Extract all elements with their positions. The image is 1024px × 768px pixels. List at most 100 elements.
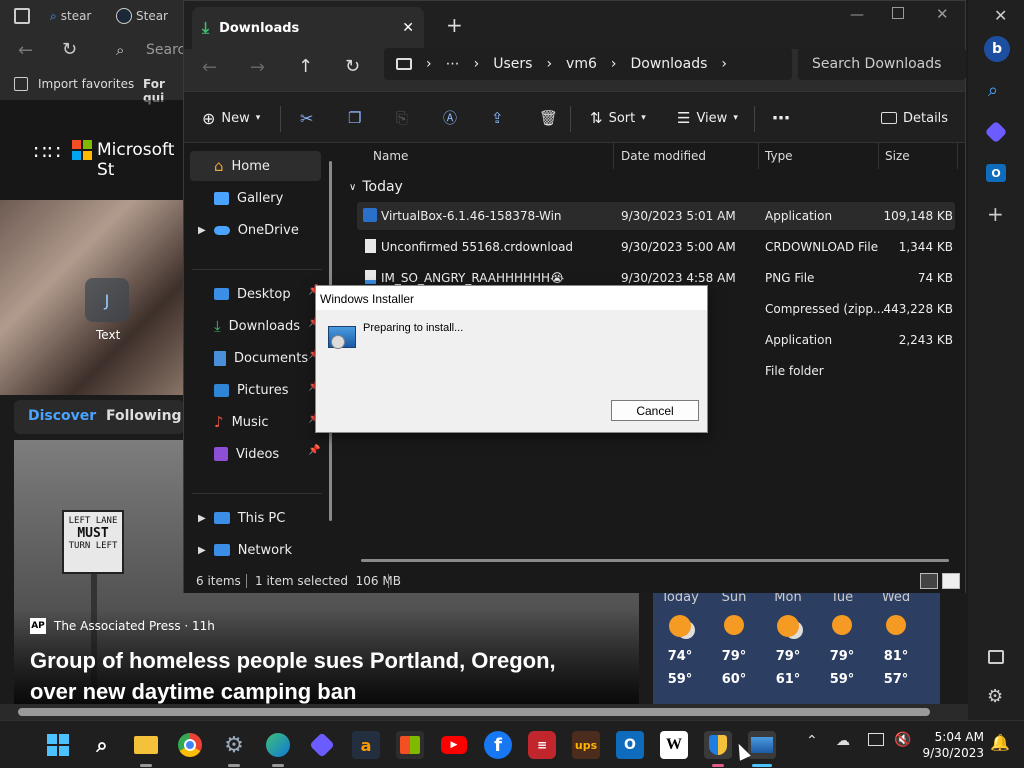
column-header-type[interactable]: Type xyxy=(765,149,793,163)
tiles-view-icon[interactable] xyxy=(942,573,960,589)
uac-shield-icon[interactable] xyxy=(704,731,732,759)
sun-icon xyxy=(886,615,906,635)
import-favorites-link[interactable]: Import favorites xyxy=(38,77,134,91)
notification-bell-icon[interactable]: 🔔 xyxy=(990,733,1010,752)
facebook-icon[interactable]: f xyxy=(484,731,512,759)
new-tab-icon[interactable]: + xyxy=(446,13,463,37)
breadcrumb[interactable]: › ⋯ › Users › vm6 › Downloads › xyxy=(384,48,792,80)
clock[interactable]: 5:04 AM 9/30/2023 xyxy=(920,729,984,761)
file-list-hscrollbar[interactable] xyxy=(361,559,949,562)
breadcrumb-downloads[interactable]: Downloads xyxy=(631,56,708,72)
outlook-icon[interactable]: O xyxy=(616,731,644,759)
tab-actions-icon[interactable] xyxy=(14,8,30,24)
refresh-icon[interactable]: ↻ xyxy=(62,39,77,60)
outlook-icon[interactable]: O xyxy=(986,164,1006,182)
onedrive-offline-icon[interactable]: ☁ xyxy=(836,733,850,749)
column-header-size[interactable]: Size xyxy=(885,149,910,163)
amazon-icon[interactable]: a xyxy=(352,731,380,759)
file-row[interactable]: Unconfirmed 55168.crdownload 9/30/2023 5… xyxy=(357,233,955,261)
weather-widget[interactable]: Today 74° 59° Sun 79° 60° Mon 79° 61° Tu… xyxy=(653,586,940,704)
close-window-icon[interactable]: ✕ xyxy=(936,5,949,23)
delete-icon[interactable]: 🗑 xyxy=(539,106,558,130)
back-arrow-icon[interactable]: ← xyxy=(202,57,217,78)
wikipedia-icon[interactable]: W xyxy=(660,731,688,759)
chevron-up-icon[interactable]: ⌃ xyxy=(806,733,818,749)
news-source: The Associated Press · 11h xyxy=(54,619,215,633)
tab-following[interactable]: Following xyxy=(106,408,182,424)
rename-icon[interactable]: Ⓐ xyxy=(443,106,457,130)
nav-item-this-pc[interactable]: ▶ This PC xyxy=(198,504,333,532)
news-headline[interactable]: Group of homeless people sues Portland, … xyxy=(30,645,556,705)
minimize-icon[interactable]: — xyxy=(850,7,864,23)
settings-gear-icon[interactable]: ⚙ xyxy=(220,731,248,759)
explorer-tab[interactable]: ⤓ Downloads ✕ xyxy=(192,7,424,49)
download-icon: ⤓ xyxy=(214,317,221,335)
tab-title: Downloads xyxy=(219,20,300,36)
tab-discover[interactable]: Discover xyxy=(28,408,96,424)
desktop-icon xyxy=(214,288,229,300)
copilot-icon[interactable] xyxy=(308,731,336,759)
edge-tab-1[interactable]: ⌕ stear xyxy=(50,4,91,28)
network-status-icon[interactable] xyxy=(868,733,884,746)
ap-logo-icon: AP xyxy=(30,618,46,634)
edge-sidebar: ✕ b ⌕ O + ⚙ xyxy=(968,0,1024,720)
chrome-icon[interactable] xyxy=(176,731,204,759)
start-icon[interactable] xyxy=(44,731,72,759)
refresh-icon[interactable]: ↻ xyxy=(345,56,360,77)
clock-time: 5:04 AM xyxy=(934,730,984,744)
horizontal-scrollbar[interactable] xyxy=(0,704,968,720)
file-row[interactable]: VirtualBox-6.1.46-158378-Win 9/30/2023 5… xyxy=(357,202,955,230)
share-icon[interactable]: ⇪ xyxy=(491,106,504,130)
search-input[interactable]: Search Downloads xyxy=(798,48,966,80)
hero-background-image: J Text xyxy=(0,200,185,395)
chevron-right-icon[interactable]: ▶ xyxy=(198,513,206,524)
youtube-icon[interactable]: ▶ xyxy=(440,731,468,759)
sort-button[interactable]: ⇅ Sort ▾ xyxy=(590,106,646,130)
more-locations-icon[interactable]: ⋯ xyxy=(446,56,460,72)
copilot-icon[interactable] xyxy=(984,120,1008,144)
search-icon[interactable]: ⌕ xyxy=(88,731,116,759)
store-icon[interactable] xyxy=(396,731,424,759)
close-icon[interactable]: ✕ xyxy=(402,20,414,36)
search-icon[interactable]: ⌕ xyxy=(988,80,998,101)
edge-tab-2[interactable]: Stear xyxy=(116,4,168,28)
pin-icon[interactable]: 📌 xyxy=(308,445,320,456)
bank-app-icon[interactable]: ≡ xyxy=(528,731,556,759)
edge-icon[interactable] xyxy=(264,731,292,759)
close-icon[interactable]: ✕ xyxy=(994,6,1007,25)
add-icon[interactable]: + xyxy=(987,202,1004,226)
nav-item-network[interactable]: ▶ Network xyxy=(198,536,333,564)
details-view-icon[interactable] xyxy=(920,573,938,589)
up-arrow-icon[interactable]: ↑ xyxy=(298,56,313,77)
column-header-date[interactable]: Date modified xyxy=(621,149,706,163)
forward-arrow-icon[interactable]: → xyxy=(250,57,265,78)
paste-icon[interactable]: ⎘ xyxy=(396,106,408,130)
add-circle-icon: ⊕ xyxy=(202,108,216,128)
bing-copilot-icon[interactable]: b xyxy=(984,36,1010,62)
new-button[interactable]: ⊕ New ▾ xyxy=(202,106,260,130)
text-shortcut-icon[interactable]: J xyxy=(85,278,129,322)
volume-muted-icon[interactable]: 🔇 xyxy=(894,732,911,748)
breadcrumb-vm6[interactable]: vm6 xyxy=(566,56,597,72)
cut-icon[interactable]: ✂ xyxy=(300,106,313,130)
breadcrumb-users[interactable]: Users xyxy=(493,56,532,72)
file-explorer-icon[interactable] xyxy=(132,731,160,759)
chevron-right-icon[interactable]: ▶ xyxy=(198,225,206,236)
gear-icon[interactable]: ⚙ xyxy=(987,686,1003,707)
scrollbar-thumb[interactable] xyxy=(18,708,930,716)
details-button[interactable]: Details xyxy=(881,106,948,130)
sidebar-toggle-icon[interactable] xyxy=(988,650,1004,664)
ups-icon[interactable]: ups xyxy=(572,731,600,759)
column-header-name[interactable]: Name xyxy=(373,149,408,163)
more-options-icon[interactable]: ⋯ xyxy=(772,106,790,130)
cancel-button[interactable]: Cancel xyxy=(611,400,699,421)
maximize-icon[interactable] xyxy=(892,7,904,19)
view-button[interactable]: ☰ View ▾ xyxy=(677,106,738,130)
copy-icon[interactable]: ❐ xyxy=(348,106,361,130)
group-header-today[interactable]: ∨ Today xyxy=(349,179,403,195)
nav-item-onedrive[interactable]: ▶ OneDrive xyxy=(198,216,333,244)
chevron-right-icon[interactable]: ▶ xyxy=(198,545,206,556)
apps-grid-icon[interactable]: ∷∷ xyxy=(34,140,61,164)
back-arrow-icon[interactable]: ← xyxy=(18,40,33,61)
installer-app-icon[interactable] xyxy=(748,731,776,759)
